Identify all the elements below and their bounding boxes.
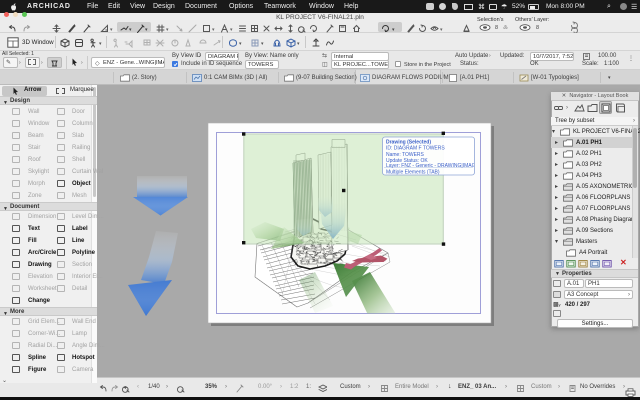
svg-text:ID: DIAGRAM F TOWERS: ID: DIAGRAM F TOWERS xyxy=(386,146,445,152)
svg-text:Drawing (Selected): Drawing (Selected) xyxy=(386,140,431,146)
svg-text:Multiple Elements (TAB): Multiple Elements (TAB) xyxy=(386,170,440,176)
svg-text:Layer: FNZ - Generic - DRAWING: Layer: FNZ - Generic - DRAWING|IMAGE xyxy=(386,163,479,169)
svg-text:Name: TOWERS: Name: TOWERS xyxy=(386,152,425,158)
